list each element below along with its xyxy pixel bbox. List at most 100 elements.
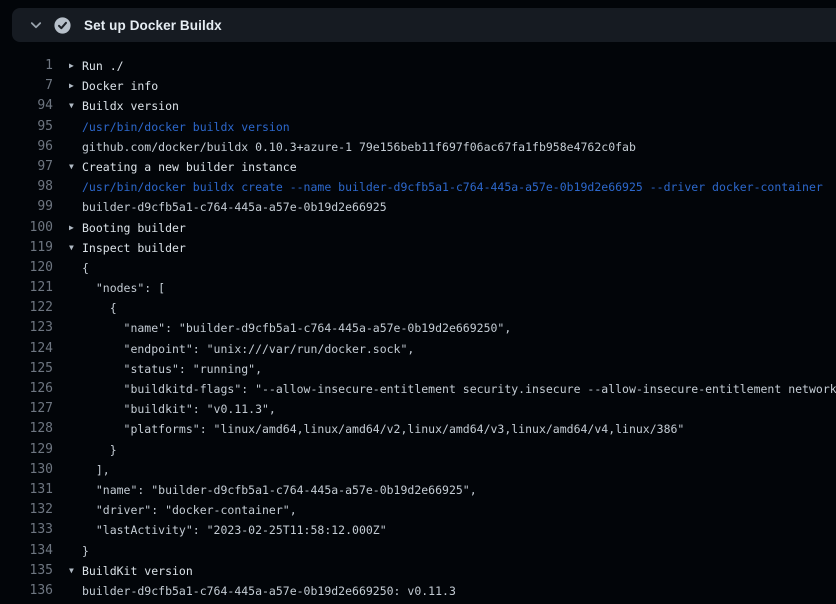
log-group-line[interactable]: 94▼Buildx version [0,96,836,116]
line-number[interactable]: 98 [0,177,53,197]
line-number[interactable]: 125 [0,359,53,379]
log-line: 99builder-d9cfb5a1-c764-445a-a57e-0b19d2… [0,197,836,217]
arrow-spacer [53,541,82,561]
log-group-line[interactable]: 100▶Booting builder [0,218,836,238]
log-line: 130 ], [0,460,836,480]
line-number[interactable]: 95 [0,117,53,137]
log-text: "driver": "docker-container", [82,500,297,520]
arrow-spacer [53,581,82,601]
line-number[interactable]: 100 [0,218,53,238]
log-text: { [82,258,89,278]
chevron-down-icon[interactable] [28,17,44,33]
line-number[interactable]: 134 [0,541,53,561]
group-expanded-icon[interactable]: ▼ [53,238,82,258]
group-title: BuildKit version [82,561,193,581]
arrow-spacer [53,379,82,399]
group-collapsed-icon[interactable]: ▶ [53,56,82,76]
step-header[interactable]: Set up Docker Buildx [12,8,836,42]
arrow-spacer [53,197,82,217]
log-line: 133 "lastActivity": "2023-02-25T11:58:12… [0,520,836,540]
line-number[interactable]: 127 [0,399,53,419]
line-number[interactable]: 123 [0,318,53,338]
log-line: 96github.com/docker/buildx 0.10.3+azure-… [0,137,836,157]
line-number[interactable]: 96 [0,137,53,157]
log-text: "lastActivity": "2023-02-25T11:58:12.000… [82,520,387,540]
line-number[interactable]: 7 [0,76,53,96]
line-number[interactable]: 133 [0,520,53,540]
line-number[interactable]: 94 [0,96,53,116]
log-text: } [82,541,89,561]
log-text: { [82,298,117,318]
log-line: 122 { [0,298,836,318]
log-text: "nodes": [ [82,278,165,298]
line-number[interactable]: 124 [0,339,53,359]
command-text: /usr/bin/docker buildx create --name bui… [82,177,823,197]
line-number[interactable]: 131 [0,480,53,500]
group-title: Docker info [82,76,158,96]
line-number[interactable]: 97 [0,157,53,177]
arrow-spacer [53,480,82,500]
line-number[interactable]: 126 [0,379,53,399]
line-number[interactable]: 136 [0,581,53,601]
log-line: 134} [0,541,836,561]
line-number[interactable]: 128 [0,419,53,439]
line-number[interactable]: 130 [0,460,53,480]
log-line: 95/usr/bin/docker buildx version [0,117,836,137]
log-line: 129 } [0,440,836,460]
line-number[interactable]: 99 [0,197,53,217]
group-collapsed-icon[interactable]: ▶ [53,218,82,238]
arrow-spacer [53,440,82,460]
arrow-spacer [53,177,82,197]
log-line: 132 "driver": "docker-container", [0,500,836,520]
line-number[interactable]: 132 [0,500,53,520]
log-line: 126 "buildkitd-flags": "--allow-insecure… [0,379,836,399]
group-collapsed-icon[interactable]: ▶ [53,76,82,96]
log-line: 123 "name": "builder-d9cfb5a1-c764-445a-… [0,318,836,338]
arrow-spacer [53,318,82,338]
log-text: "endpoint": "unix:///var/run/docker.sock… [82,339,414,359]
group-title: Buildx version [82,96,179,116]
arrow-spacer [53,339,82,359]
line-number[interactable]: 135 [0,561,53,581]
group-expanded-icon[interactable]: ▼ [53,157,82,177]
arrow-spacer [53,419,82,439]
log-text: "buildkitd-flags": "--allow-insecure-ent… [82,379,836,399]
arrow-spacer [53,117,82,137]
group-expanded-icon[interactable]: ▼ [53,96,82,116]
arrow-spacer [53,298,82,318]
log-line: 127 "buildkit": "v0.11.3", [0,399,836,419]
log-group-line[interactable]: 135▼BuildKit version [0,561,836,581]
log-text: builder-d9cfb5a1-c764-445a-a57e-0b19d2e6… [82,581,456,601]
log-line: 125 "status": "running", [0,359,836,379]
line-number[interactable]: 129 [0,440,53,460]
log-group-line[interactable]: 97▼Creating a new builder instance [0,157,836,177]
log-line: 136 builder-d9cfb5a1-c764-445a-a57e-0b19d… [0,581,836,601]
arrow-spacer [53,137,82,157]
line-number[interactable]: 122 [0,298,53,318]
log-group-line[interactable]: 119▼Inspect builder [0,238,836,258]
check-circle-icon [54,17,71,34]
arrow-spacer [53,500,82,520]
line-number[interactable]: 119 [0,238,53,258]
log-group-line[interactable]: 7▶Docker info [0,76,836,96]
step-title: Set up Docker Buildx [84,18,222,33]
group-title: Booting builder [82,218,186,238]
group-expanded-icon[interactable]: ▼ [53,561,82,581]
log-text: "name": "builder-d9cfb5a1-c764-445a-a57e… [82,480,477,500]
line-number[interactable]: 121 [0,278,53,298]
arrow-spacer [53,258,82,278]
arrow-spacer [53,460,82,480]
group-title: Run ./ [82,56,124,76]
log-text: "buildkit": "v0.11.3", [82,399,276,419]
line-number[interactable]: 120 [0,258,53,278]
log-text: "platforms": "linux/amd64,linux/amd64/v2… [82,419,684,439]
arrow-spacer [53,520,82,540]
command-text: /usr/bin/docker buildx version [82,117,290,137]
arrow-spacer [53,359,82,379]
log-lines-container: 1▶Run ./7▶Docker info94▼Buildx version95… [0,56,836,601]
log-group-line[interactable]: 1▶Run ./ [0,56,836,76]
arrow-spacer [53,278,82,298]
log-text: } [82,440,117,460]
line-number[interactable]: 1 [0,56,53,76]
log-line: 121 "nodes": [ [0,278,836,298]
